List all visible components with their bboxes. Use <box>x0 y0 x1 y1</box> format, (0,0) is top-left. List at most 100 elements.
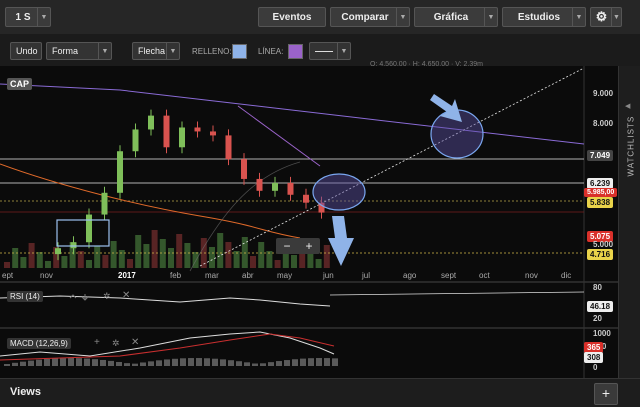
line-style-select[interactable]: ▼ <box>309 42 351 60</box>
studies-label: Estudios <box>517 11 561 23</box>
x-tick-label: oct <box>479 271 490 280</box>
zoom-in-button[interactable]: + <box>298 238 320 254</box>
rsi-value-badge: 46.18 <box>587 301 614 312</box>
macd-histogram-bar <box>268 362 274 366</box>
main-toolbar: 1 S ▼ Eventos Comparar ▼ Gráfica ▼ Estud… <box>0 0 640 35</box>
price-badge: 4.716 <box>587 249 614 260</box>
volume-bar <box>94 246 101 268</box>
settings-icon[interactable]: ✲ <box>103 291 111 302</box>
undo-button[interactable]: Undo <box>10 42 42 60</box>
volume-bar <box>266 251 273 268</box>
volume-bar <box>192 252 199 268</box>
macd-histogram-bar <box>172 358 178 366</box>
macd-histogram-bar <box>284 360 290 366</box>
annotation-ellipse[interactable] <box>312 173 366 211</box>
chart-canvas[interactable] <box>0 66 618 378</box>
close-icon[interactable]: ✕ <box>122 290 130 301</box>
volume-bar <box>77 251 84 268</box>
chevron-down-icon: ▼ <box>337 43 350 59</box>
add-view-button[interactable]: + <box>594 383 618 405</box>
line-style-icon <box>315 50 333 52</box>
x-tick-label: 2017 <box>118 271 136 280</box>
rsi-badge[interactable]: RSI (14) <box>7 291 43 302</box>
close-icon[interactable]: ✕ <box>131 337 139 348</box>
macd-histogram-bar <box>148 361 154 366</box>
volume-bar <box>225 242 232 268</box>
plus-icon[interactable]: + <box>94 337 100 348</box>
candle-body <box>194 127 201 132</box>
chevron-down-icon: ▼ <box>396 8 409 26</box>
chevron-left-icon[interactable]: ◀ <box>625 102 630 110</box>
watchlists-sidebar[interactable]: ◀ WATCHLISTS <box>618 66 640 378</box>
macd-histogram-bar <box>28 360 34 366</box>
macd-histogram-bar <box>100 359 106 366</box>
price-badge: 5.838 <box>587 197 614 208</box>
candle-body <box>55 248 61 255</box>
views-label[interactable]: Views <box>10 386 41 398</box>
chevron-down-icon: ▼ <box>98 43 111 59</box>
volume-bar <box>143 244 150 268</box>
chart-type-button[interactable]: Gráfica ▼ <box>414 7 498 27</box>
candle-body <box>179 127 185 148</box>
macd-badge[interactable]: MACD (12,26,9) <box>7 338 71 349</box>
events-button[interactable]: Eventos <box>258 7 326 27</box>
volume-bar <box>217 233 224 268</box>
macd-histogram-bar <box>84 358 90 366</box>
symbol-badge[interactable]: CAP <box>7 78 33 90</box>
macd-histogram-bar <box>156 360 162 366</box>
x-tick-label: mar <box>205 271 219 280</box>
macd-histogram-bar <box>212 358 218 366</box>
volume-bar <box>184 243 191 268</box>
annotation-arrow[interactable] <box>328 216 354 266</box>
selection-rectangle[interactable] <box>56 219 110 247</box>
settings-icon[interactable]: ✲ <box>112 338 120 349</box>
chevron-down-icon: ▼ <box>572 8 585 26</box>
fill-color-swatch[interactable] <box>232 44 247 59</box>
volume-bar <box>135 235 142 268</box>
macd-histogram-bar <box>132 363 138 366</box>
chart-type-label: Gráfica <box>433 11 469 23</box>
volume-bar <box>4 262 10 268</box>
drawing-toolbar: Undo Forma ▼ Flecha ▼ RELLENO: LÍNEA: ▼ … <box>0 34 640 68</box>
chevron-down-icon: ▼ <box>37 8 50 26</box>
macd-histogram-bar <box>44 358 50 366</box>
macd-histogram-bar <box>52 358 58 366</box>
candle-body <box>163 115 170 148</box>
volume-bar <box>159 239 166 268</box>
x-tick-label: ago <box>403 271 417 280</box>
price-badge: 7.049 <box>587 150 614 161</box>
candle-body <box>210 131 216 136</box>
y-tick-label: 20 <box>593 314 602 323</box>
volume-bar <box>36 252 43 268</box>
period-select[interactable]: 1 S ▼ <box>5 7 51 27</box>
y-tick-label: 8.000 <box>593 119 614 128</box>
compare-label: Comparar <box>341 11 389 23</box>
volume-bar <box>45 261 51 268</box>
zoom-out-button[interactable]: − <box>276 238 298 254</box>
macd-histogram-bar <box>324 358 330 366</box>
line-color-swatch[interactable] <box>288 44 303 59</box>
macd-histogram-bar <box>308 358 314 366</box>
macd-histogram-bar <box>228 360 234 366</box>
x-tick-label: may <box>277 271 293 280</box>
macd-histogram-bar <box>76 358 82 366</box>
volume-bar <box>323 245 330 268</box>
x-tick-label: jun <box>323 271 334 280</box>
volume-bar <box>291 255 297 268</box>
studies-button[interactable]: Estudios ▼ <box>502 7 586 27</box>
rsi-label: RSI (14) <box>10 292 40 301</box>
macd-histogram <box>4 358 338 366</box>
shape-select[interactable]: Forma ▼ <box>46 42 112 60</box>
volume-bar <box>127 259 133 268</box>
arrow-tool-select[interactable]: Flecha ▼ <box>132 42 180 60</box>
zoom-controls: − + <box>276 238 320 254</box>
candle-body <box>132 129 139 152</box>
macd-histogram-bar <box>236 361 242 366</box>
settings-button[interactable]: ⚙ ▼ <box>590 7 622 27</box>
x-tick-label: sept <box>441 271 457 280</box>
x-tick-label: nov <box>40 271 53 280</box>
compare-button[interactable]: Comparar ▼ <box>330 7 410 27</box>
macd-histogram-bar <box>60 358 66 366</box>
x-tick-label: dic <box>561 271 572 280</box>
chart-area[interactable]: CAP 9.000 8.000 7.049 6.239 5.985,00 5.8… <box>0 66 618 378</box>
